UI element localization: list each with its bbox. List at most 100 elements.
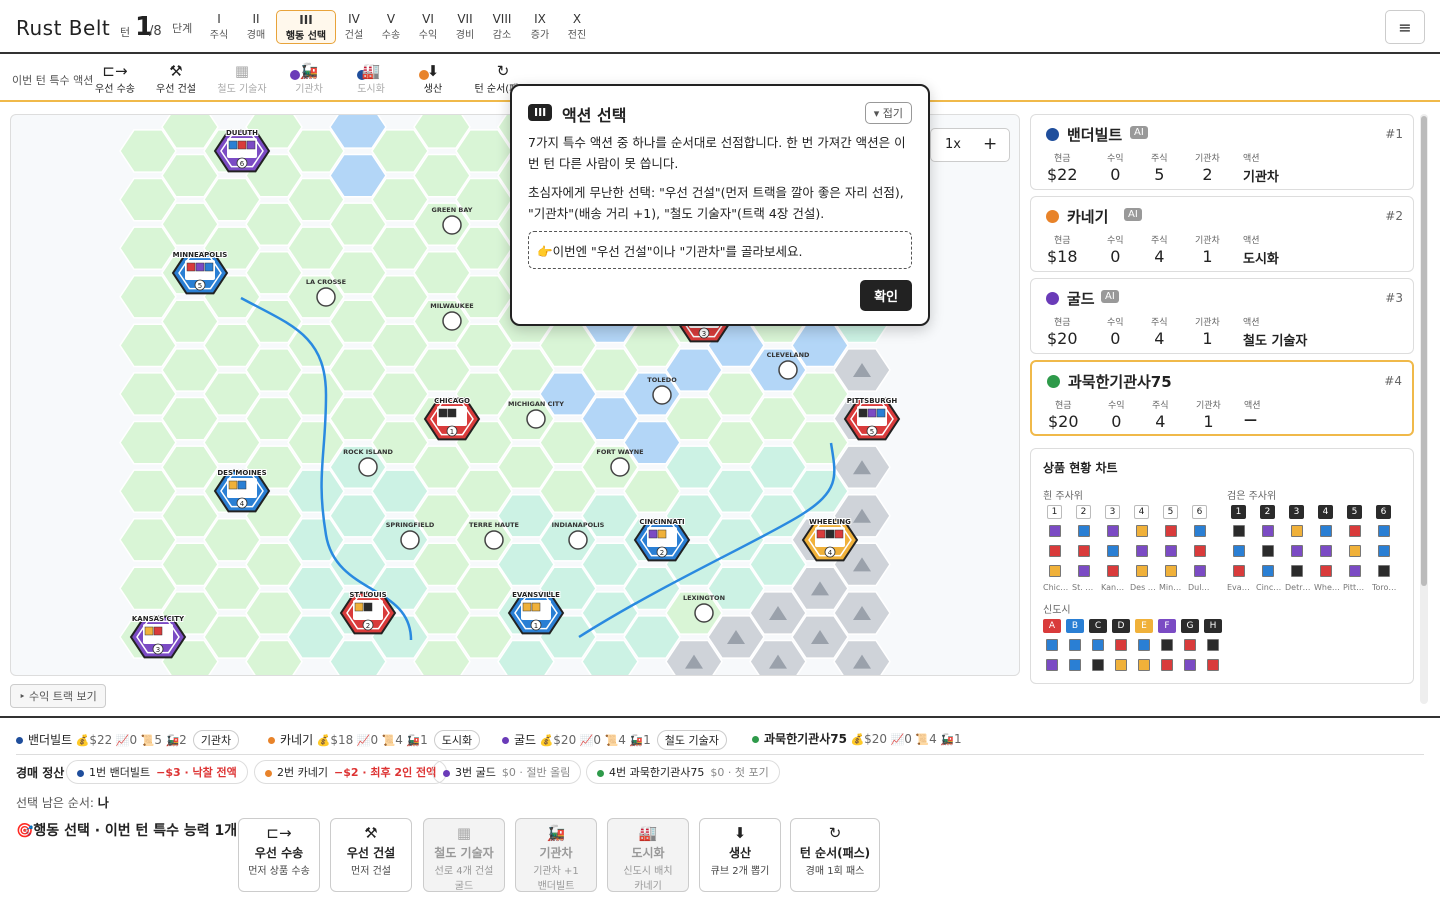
menu-button[interactable]: ≡	[1385, 10, 1425, 44]
new-city-name: LEXINGTON	[683, 594, 725, 602]
stat-value: 4	[1154, 247, 1165, 266]
stat-label: 기관차	[1195, 236, 1220, 246]
stat-value: 0	[1110, 329, 1121, 348]
player-card[interactable]: 과묵한기관사75 #4 현금 $20 수익 0 주식 4 기관차 1 액션 —	[1030, 360, 1414, 436]
income-icon: 📈	[112, 734, 130, 747]
zoom-level[interactable]: 1x	[945, 137, 961, 152]
player-card[interactable]: 밴더빌트 AI #1 현금 $22 수익 0 주식 5 기관차 2 액션 기관차	[1030, 114, 1414, 190]
collapse-button[interactable]: ▾ 접기	[864, 102, 912, 124]
stat-value: 4	[1154, 329, 1165, 348]
city-des-moines[interactable]: DES MOINES 4	[213, 468, 271, 513]
city-wheeling[interactable]: WHEELING 4	[801, 517, 859, 562]
production-option[interactable]: ⬇ 생산 큐브 2개 뽑기	[699, 818, 781, 892]
phase-7: VII 경비	[446, 10, 484, 44]
option-owner: 굴드	[454, 881, 474, 892]
city-demand: 6	[240, 160, 245, 168]
stat-value: 4	[1155, 412, 1166, 431]
panel-scrollbar[interactable]	[1420, 114, 1428, 704]
white-city: Min…	[1159, 583, 1182, 592]
goods-cube	[1233, 545, 1245, 557]
priority-transport-option[interactable]: ⊏→ 우선 수송 먼저 상품 수송	[238, 818, 320, 892]
goods-cube	[1349, 545, 1361, 557]
option-title: 철도 기술자	[434, 846, 494, 860]
goods-cube	[1069, 639, 1081, 651]
goods-cube	[1165, 545, 1177, 557]
goods-cube	[1115, 639, 1127, 651]
player-card[interactable]: 굴드 AI #3 현금 $20 수익 0 주식 4 기관차 1 액션 철도 기술자	[1030, 278, 1414, 354]
stat-shares: 주식 4	[1151, 233, 1168, 266]
goods-cube	[1046, 659, 1058, 671]
phase-name: 경비	[455, 30, 475, 41]
summary-action-label: 기관차	[200, 734, 232, 747]
black-die: 6	[1376, 505, 1391, 519]
goods-cube	[1194, 525, 1206, 537]
confirm-button[interactable]: 확인	[860, 280, 912, 311]
goods-chart: 상품 현황 차트 흰 주사위 검은 주사위 신도시 1 Chic… 2 St. … 3 K…	[1030, 448, 1414, 684]
stat-value: $20	[1048, 412, 1079, 431]
black-die: 5	[1347, 505, 1362, 519]
goods-cube	[1349, 565, 1361, 577]
urbanization-action: 🏭 도시화	[341, 62, 429, 95]
city-demand: 1	[450, 428, 454, 436]
stat-income: 수익 0	[1108, 398, 1125, 431]
stat-label: 주식	[1151, 236, 1168, 246]
goods-cube	[1049, 565, 1061, 577]
auction-settlement: 경매 정산 1번 밴더빌트 −$3 · 낙찰 전액 2번 카네기 −$2 · 최후 2…	[16, 760, 780, 784]
turn-order-pass-option[interactable]: ↻ 턴 순서(패스) 경매 1회 패스	[790, 818, 880, 892]
production-action[interactable]: ⬇ 생산	[403, 62, 463, 95]
goods-cube	[1262, 565, 1274, 577]
action-label: 도시화	[357, 84, 385, 95]
phase-name: 증가	[530, 30, 550, 41]
summary-loco: 1	[643, 733, 651, 747]
ai-badge: AI	[1101, 290, 1119, 303]
priority-build-action[interactable]: ⚒ 우선 건설	[146, 62, 206, 95]
goods-cube	[1161, 639, 1173, 651]
goods-cube	[1161, 659, 1173, 671]
goods-cube	[1349, 525, 1361, 537]
income-track-toggle[interactable]: ‣ 수익 트랙 보기	[10, 684, 106, 708]
city-cincinnati[interactable]: CINCINNATI 2	[633, 517, 691, 562]
city-pittsburgh[interactable]: PITTSBURGH 5	[843, 396, 901, 441]
priority-transport-action[interactable]: ⊏→ 우선 수송	[85, 62, 145, 95]
stat-loco: 기관차 2	[1195, 151, 1220, 184]
new-city-name: INDIANAPOLIS	[552, 521, 605, 529]
train-icon: 🚂	[299, 62, 319, 80]
player-card[interactable]: 카네기 AI #2 현금 $18 수익 0 주식 4 기관차 1 액션 도시화	[1030, 196, 1414, 272]
white-city: Dul…	[1188, 583, 1210, 592]
player-color-dot	[1047, 375, 1060, 388]
white-die: 2	[1076, 505, 1091, 519]
goods-cube	[447, 408, 457, 418]
zoom-in-button[interactable]: +	[983, 134, 997, 154]
players-panel: 밴더빌트 AI #1 현금 $22 수익 0 주식 5 기관차 2 액션 기관차 카네기 AI #2 현금 $18…	[1030, 114, 1416, 704]
factory-icon: 🏭	[638, 824, 658, 842]
summary-loco: 1	[953, 732, 962, 746]
goods-cube	[363, 602, 373, 612]
turn-total: /8	[149, 24, 162, 39]
stat-cash: 현금 $22	[1047, 151, 1078, 184]
locomotive-icon: 🚂	[402, 734, 421, 747]
option-owner: 밴더빌트	[537, 881, 575, 892]
goods-cube	[1138, 659, 1150, 671]
phase-number: VI	[422, 12, 434, 26]
black-city: Eva…	[1227, 583, 1250, 592]
phase-5: V 수송	[372, 10, 410, 44]
stat-value: 1	[1203, 412, 1214, 431]
goods-chart-title: 상품 현황 차트	[1043, 461, 1118, 475]
shares-icon: 📜	[137, 734, 155, 747]
priority-build-option[interactable]: ⚒ 우선 건설 먼저 건설	[330, 818, 412, 892]
stat-label: 현금	[1053, 154, 1071, 164]
stat-label: 액션	[1244, 401, 1261, 411]
stat-label: 주식	[1151, 318, 1168, 328]
new-city-label: 신도시	[1043, 605, 1071, 616]
phase-number: II	[252, 12, 260, 26]
new-city-name: ROCK ISLAND	[343, 448, 393, 456]
black-dice-label: 검은 주사위	[1227, 491, 1277, 502]
player-rank: #3	[1385, 291, 1403, 305]
stat-income: 수익 0	[1107, 315, 1124, 348]
black-city: Pitt…	[1343, 583, 1365, 592]
phase-4: IV 건설	[335, 10, 373, 44]
dialog-hint: 👉이번엔 "우선 건설"이나 "기관차"를 골라보세요.	[528, 231, 912, 269]
city-evansville[interactable]: EVANSVILLE 1	[507, 590, 565, 635]
goods-cube	[648, 529, 658, 539]
summary-shares: 4	[618, 733, 626, 747]
